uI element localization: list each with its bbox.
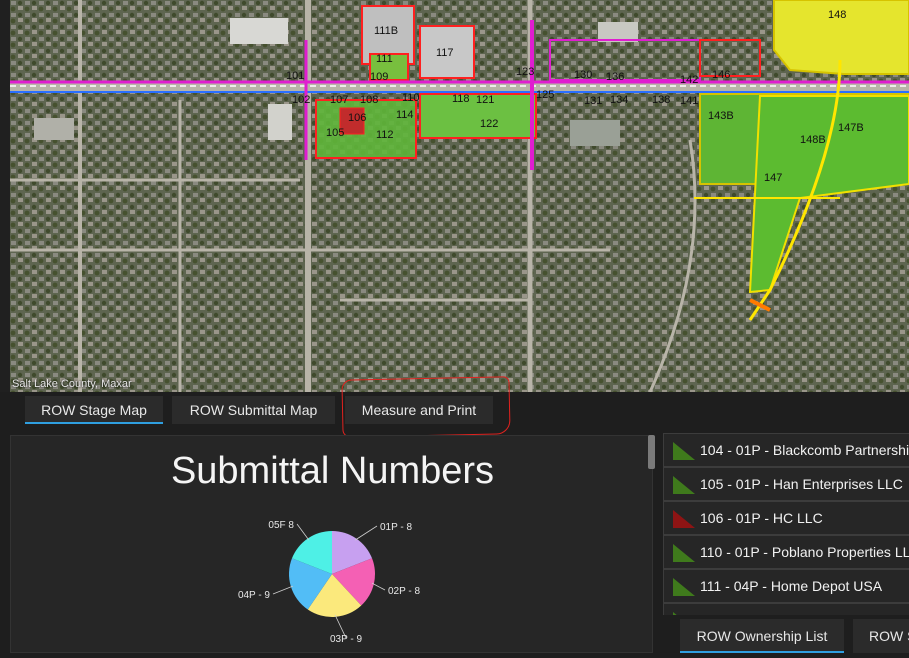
pie-label-01p: 01P - 8	[380, 522, 412, 533]
svg-text:111B: 111B	[374, 25, 398, 37]
pie-label-04p: 04P - 9	[238, 590, 270, 601]
svg-text:138: 138	[652, 94, 670, 106]
svg-text:118: 118	[452, 93, 470, 105]
svg-text:121: 121	[476, 94, 494, 106]
svg-text:102: 102	[292, 94, 310, 106]
svg-text:110: 110	[402, 92, 420, 104]
svg-text:107: 107	[330, 94, 348, 106]
svg-text:136: 136	[606, 71, 624, 83]
list-item[interactable]: 106 - 01P - HC LLC	[663, 501, 909, 535]
list-item[interactable]: 111 - 04P - Home Depot USA	[663, 569, 909, 603]
svg-text:131: 131	[584, 95, 602, 107]
svg-text:143B: 143B	[708, 110, 734, 122]
list-item-label: 112 - 01P - Benham Davis Wareh	[700, 604, 908, 615]
svg-text:148B: 148B	[800, 134, 826, 146]
tab-measure-and-print[interactable]: Measure and Print	[345, 396, 493, 424]
map-view[interactable]: 148 111B 117 111 109 101 102 107 108 110…	[10, 0, 909, 392]
svg-text:147B: 147B	[838, 122, 864, 134]
tab-row-s[interactable]: ROW S	[853, 619, 909, 653]
list-item-label: 104 - 01P - Blackcomb Partnershi	[700, 442, 909, 458]
pie-label-leader	[371, 582, 386, 591]
tab-row-ownership-list[interactable]: ROW Ownership List	[680, 619, 844, 653]
svg-text:108: 108	[360, 94, 378, 106]
svg-text:114: 114	[396, 109, 414, 121]
pie-label-leader	[354, 525, 378, 541]
svg-text:141: 141	[680, 95, 698, 107]
svg-text:142: 142	[680, 74, 698, 86]
list-item[interactable]: 105 - 01P - Han Enterprises LLC	[663, 467, 909, 501]
svg-text:117: 117	[436, 47, 454, 59]
svg-text:148: 148	[828, 9, 846, 21]
row-ownership-list: 104 - 01P - Blackcomb Partnershi 105 - 01…	[663, 433, 909, 615]
svg-text:105: 105	[326, 127, 344, 139]
tab-row-submittal-map[interactable]: ROW Submittal Map	[172, 396, 335, 424]
pie-label-leader	[272, 585, 293, 595]
svg-text:134: 134	[610, 94, 628, 106]
svg-text:101: 101	[286, 70, 304, 82]
svg-text:147: 147	[764, 172, 782, 184]
list-item-label: 105 - 01P - Han Enterprises LLC	[700, 476, 903, 492]
list-item-label: 111 - 04P - Home Depot USA	[700, 578, 883, 594]
svg-text:146: 146	[712, 69, 730, 81]
pie-label-05f: 05F 8	[268, 520, 294, 531]
svg-text:130: 130	[574, 69, 592, 81]
pie-label-02p: 02P - 8	[388, 586, 420, 597]
svg-text:106: 106	[348, 112, 366, 124]
pie-label-03p: 03P - 9	[330, 634, 362, 645]
list-item-label: 106 - 01P - HC LLC	[700, 510, 823, 526]
list-item[interactable]: 104 - 01P - Blackcomb Partnershi	[663, 433, 909, 467]
panel-scrollbar[interactable]	[648, 435, 655, 469]
svg-text:109: 109	[370, 71, 388, 83]
map-canvas[interactable]: 148 111B 117 111 109 101 102 107 108 110…	[10, 0, 909, 392]
svg-text:123: 123	[516, 66, 534, 78]
tab-row-stage-map[interactable]: ROW Stage Map	[25, 396, 163, 424]
list-item-label: 110 - 01P - Poblano Properties LL	[700, 544, 909, 560]
left-gutter	[0, 0, 10, 392]
list-tab-bar: ROW Ownership List ROW S	[663, 617, 909, 658]
list-item[interactable]: 112 - 01P - Benham Davis Wareh	[663, 603, 909, 615]
app-root: 148 111B 117 111 109 101 102 107 108 110…	[0, 0, 909, 658]
map-attribution: Salt Lake County, Maxar	[12, 378, 132, 390]
svg-text:112: 112	[376, 129, 394, 141]
pie-chart[interactable]: 01P - 8 02P - 8 03P - 9 04P - 9 05F 8	[11, 436, 654, 654]
list-item[interactable]: 110 - 01P - Poblano Properties LL	[663, 535, 909, 569]
svg-text:122: 122	[480, 118, 498, 130]
pie-label-leader	[296, 523, 310, 541]
submittal-chart-panel: Submittal Numbers 01P - 8 02P - 8 03P - 90…	[10, 435, 653, 653]
map-tab-bar: ROW Stage Map ROW Submittal Map Measure …	[0, 392, 909, 428]
svg-text:111: 111	[376, 53, 393, 65]
svg-text:125: 125	[536, 89, 554, 101]
